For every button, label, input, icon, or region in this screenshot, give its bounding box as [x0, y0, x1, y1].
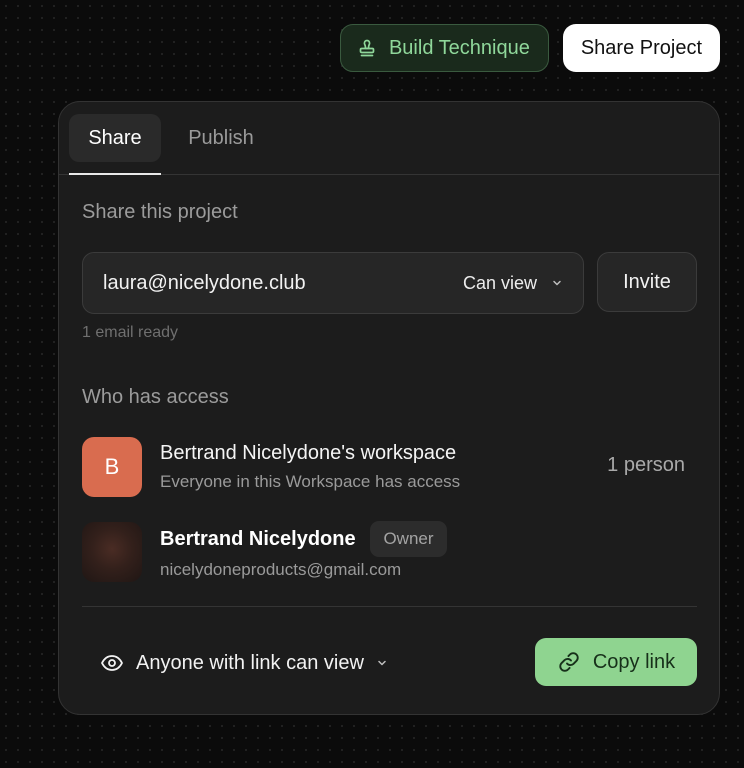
- eye-icon: [100, 651, 124, 675]
- access-section-title: Who has access: [82, 386, 229, 408]
- chevron-down-icon: [551, 277, 563, 289]
- link-icon: [557, 650, 581, 674]
- email-field-container: Can view: [82, 252, 584, 314]
- link-access-select[interactable]: Anyone with link can view: [100, 647, 388, 679]
- divider: [82, 606, 697, 607]
- link-access-label: Anyone with link can view: [136, 651, 364, 674]
- invite-button[interactable]: Invite: [597, 252, 697, 312]
- top-bar: Build Technique Share Project: [339, 24, 720, 72]
- share-project-button[interactable]: Share Project: [562, 24, 720, 72]
- chevron-down-icon: [376, 657, 388, 669]
- email-input[interactable]: [103, 271, 463, 295]
- share-panel: Share Publish Share this project Can vie…: [58, 101, 720, 715]
- owner-name: Bertrand Nicelydone: [160, 528, 356, 550]
- copy-link-button[interactable]: Copy link: [535, 638, 697, 686]
- tab-publish[interactable]: Publish: [173, 114, 269, 162]
- copy-link-label: Copy link: [592, 650, 676, 673]
- owner-avatar: [82, 522, 142, 582]
- workspace-member-count: 1 person: [607, 454, 685, 476]
- permission-select[interactable]: Can view: [463, 273, 563, 294]
- stamp-icon: [357, 38, 377, 58]
- workspace-avatar: B: [82, 437, 142, 497]
- tab-bar: Share Publish: [59, 102, 719, 175]
- email-ready-hint: 1 email ready: [82, 324, 179, 341]
- tab-share[interactable]: Share: [69, 114, 161, 162]
- share-section-title: Share this project: [82, 201, 238, 223]
- build-technique-button[interactable]: Build Technique: [339, 24, 549, 72]
- owner-email: nicelydoneproducts@gmail.com: [160, 560, 402, 579]
- build-technique-label: Build Technique: [388, 36, 530, 59]
- workspace-description: Everyone in this Workspace has access: [160, 472, 461, 491]
- active-tab-indicator: [69, 173, 161, 175]
- owner-badge: Owner: [370, 521, 447, 557]
- permission-select-label: Can view: [462, 272, 537, 293]
- workspace-name: Bertrand Nicelydone's workspace: [160, 442, 457, 464]
